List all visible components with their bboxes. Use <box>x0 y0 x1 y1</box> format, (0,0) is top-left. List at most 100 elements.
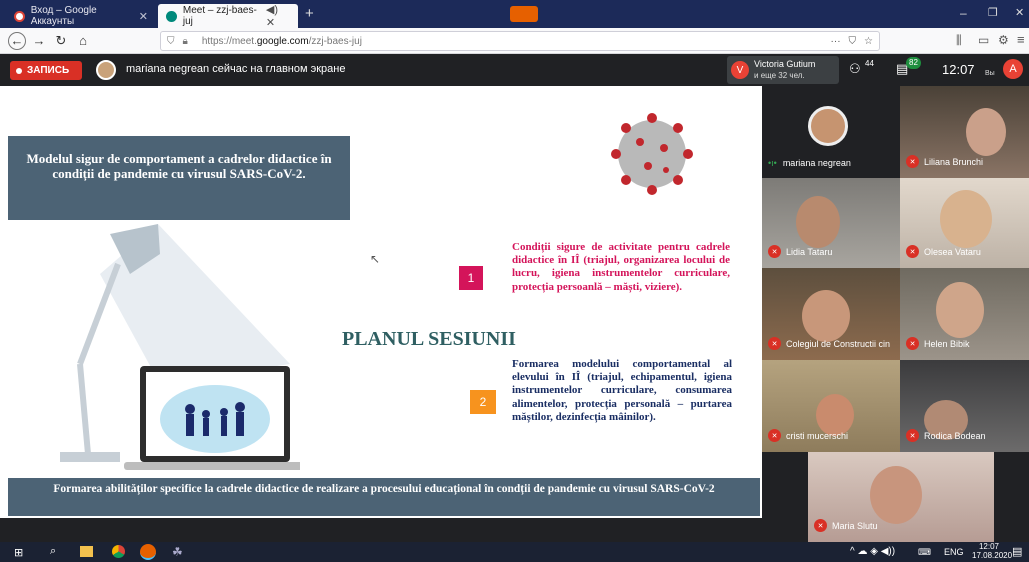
maximize-window-icon[interactable]: ❐ <box>988 6 998 19</box>
item-2-text: Formarea modelului comportamental al ele… <box>512 358 732 423</box>
firefox-sharing-indicator-icon[interactable] <box>510 6 538 22</box>
mic-off-icon: ✕ <box>906 155 919 168</box>
participant-name: cristi mucerschi <box>786 430 849 441</box>
participant-more: и еще 32 чел. <box>754 71 805 80</box>
participant-video <box>796 196 840 248</box>
windows-taskbar: ⊞ ⌕ ☘ ^ ☁ ◈ ◀)) ⌨ ENG 12:07 17.08.2020 ▤ <box>0 542 1029 562</box>
url-bar[interactable]: ⛉ 🔒︎ https://meet. google.com/zzj-baes-ju… <box>160 31 880 51</box>
library-icon[interactable]: ⫼ <box>956 33 962 48</box>
participant-name: Olesea Vataru <box>924 246 981 257</box>
close-tab-icon[interactable]: ✕ <box>139 10 148 23</box>
notifications-icon[interactable]: ▤ <box>1012 545 1022 558</box>
participant-video <box>802 290 850 342</box>
participant-tile[interactable]: •ı• mariana negrean <box>762 86 900 178</box>
sidebar-icon[interactable]: ▭ <box>978 33 989 47</box>
participant-tile[interactable]: ✕ cristi mucerschi <box>762 360 900 452</box>
audio-close-icon[interactable]: ◀) ✕ <box>266 3 290 29</box>
mic-off-icon: ✕ <box>768 245 781 258</box>
avatar: V <box>731 61 749 79</box>
coronavirus-illustration <box>596 108 708 200</box>
tab-meet[interactable]: Meet – zzj-baes-juj ◀) ✕ <box>158 3 298 29</box>
chrome-icon[interactable] <box>112 545 125 558</box>
shield-icon: ⛉ <box>167 35 175 47</box>
browser-nav-bar: ← → ↻ ⌂ ⛉ 🔒︎ https://meet. google.com/zzj… <box>0 28 1029 54</box>
participant-tile[interactable]: ✕ Rodica Bodean <box>900 360 1029 452</box>
tab-google-accounts[interactable]: Вход – Google Аккаунты ✕ <box>6 4 156 28</box>
plan-title: PLANUL SESIUNII <box>342 328 516 350</box>
firefox-icon[interactable] <box>140 544 156 560</box>
participant-name-tag: ✕ Colegiul de Constructii cin <box>768 337 890 350</box>
you-label: Вы <box>985 70 995 77</box>
participant-tile[interactable]: ✕ Colegiul de Constructii cin <box>762 268 900 360</box>
app-icon[interactable]: ☘ <box>172 545 183 559</box>
url-suffix: /zzj-baes-juj <box>308 35 362 47</box>
chat-badge: 82 <box>906 57 921 69</box>
participant-name-tag: ✕ Rodica Bodean <box>906 429 986 442</box>
participant-name: Victoria Gutium <box>754 59 816 69</box>
bookmark-star-icon[interactable]: ☆ <box>864 36 873 47</box>
item-1-text: Condiții sigure de activitate pentru cad… <box>512 241 730 293</box>
google-icon <box>14 10 25 22</box>
user-avatar[interactable]: A <box>1003 59 1023 79</box>
participant-name-tag: •ı• mariana negrean <box>768 158 851 168</box>
home-icon[interactable]: ⌂ <box>74 32 92 50</box>
extension-icon[interactable]: ⚙ <box>998 33 1009 47</box>
close-window-icon[interactable]: ✕ <box>1015 6 1024 19</box>
windows-start-icon[interactable]: ⊞ <box>14 546 23 559</box>
search-icon[interactable]: ⌕ <box>50 545 56 558</box>
participant-name-tag: ✕ cristi mucerschi <box>768 429 848 442</box>
pocket-icon[interactable]: ⛉ <box>849 36 857 47</box>
reload-icon[interactable]: ↻ <box>52 32 70 50</box>
participant-video <box>966 108 1006 156</box>
language-indicator[interactable]: ENG <box>944 547 964 557</box>
participant-name-tag: ✕ Helen Bibik <box>906 337 970 350</box>
participant-tile[interactable]: ✕ Helen Bibik <box>900 268 1029 360</box>
minimize-window-icon[interactable]: – <box>960 6 967 20</box>
participant-video <box>870 466 922 524</box>
meet-top-bar: ЗАПИСЬ mariana negrean сейчас на главном… <box>0 54 1029 86</box>
participant-hover-card[interactable]: V Victoria Gutium и еще 32 чел. <box>727 56 839 84</box>
people-icon[interactable]: ⚇ <box>849 61 861 77</box>
record-label: ЗАПИСЬ <box>27 65 70 76</box>
presenting-text: mariana negrean сейчас на главном экране <box>126 63 346 75</box>
tab-title: Вход – Google Аккаунты <box>30 5 97 27</box>
participant-name: Liliana Brunchi <box>924 156 984 167</box>
page-actions-icon[interactable]: ··· <box>831 36 841 47</box>
shared-screen-slide: Modelul sigur de comportament a cadrelor… <box>0 86 762 518</box>
mouse-cursor-icon: ↖ <box>370 252 381 266</box>
taskbar-clock[interactable]: 12:07 17.08.2020 <box>972 542 1013 560</box>
recording-badge: ЗАПИСЬ <box>10 61 82 80</box>
url-domain: google.com <box>256 35 309 47</box>
participant-tile[interactable]: ✕ Liliana Brunchi <box>900 86 1029 178</box>
mic-off-icon: ✕ <box>906 245 919 258</box>
participant-name-tag: ✕ Maria Slutu <box>814 519 878 532</box>
file-explorer-icon[interactable] <box>80 546 93 557</box>
people-count: 44 <box>865 59 874 68</box>
participant-tile[interactable]: ✕ Maria Slutu <box>808 452 994 542</box>
mic-off-icon: ✕ <box>906 337 919 350</box>
participant-name: Maria Slutu <box>832 520 878 531</box>
participant-video <box>936 282 984 338</box>
keyboard-icon[interactable]: ⌨ <box>918 547 931 558</box>
taskbar-date: 17.08.2020 <box>972 551 1013 560</box>
lock-icon: 🔒︎ <box>182 35 188 47</box>
meet-bottom-strip <box>0 518 762 542</box>
mic-off-icon: ✕ <box>768 429 781 442</box>
presenter-avatar <box>96 60 116 80</box>
participant-name-tag: ✕ Lidia Tataru <box>768 245 832 258</box>
participant-tile[interactable]: ✕ Olesea Vataru <box>900 178 1029 268</box>
participant-name-tag: ✕ Olesea Vataru <box>906 245 981 258</box>
taskbar-time: 12:07 <box>978 542 1000 551</box>
participant-tile[interactable]: ✕ Lidia Tataru <box>762 178 900 268</box>
hamburger-menu-icon[interactable]: ≡ <box>1017 32 1025 47</box>
record-dot-icon <box>16 67 22 74</box>
url-prefix: https://meet. <box>201 35 257 47</box>
new-tab-button[interactable]: + <box>305 5 314 22</box>
audio-level-icon: •ı• <box>768 158 777 168</box>
system-tray-icon[interactable]: ^ ☁ ◈ ◀)) <box>850 546 895 557</box>
forward-icon[interactable]: → <box>30 32 48 50</box>
browser-tab-bar: Вход – Google Аккаунты ✕ Meet – zzj-baes… <box>0 0 1029 29</box>
tab-title: Meet – zzj-baes-juj <box>182 5 257 27</box>
back-icon[interactable]: ← <box>8 31 26 50</box>
lamp-laptop-illustration <box>40 214 306 514</box>
